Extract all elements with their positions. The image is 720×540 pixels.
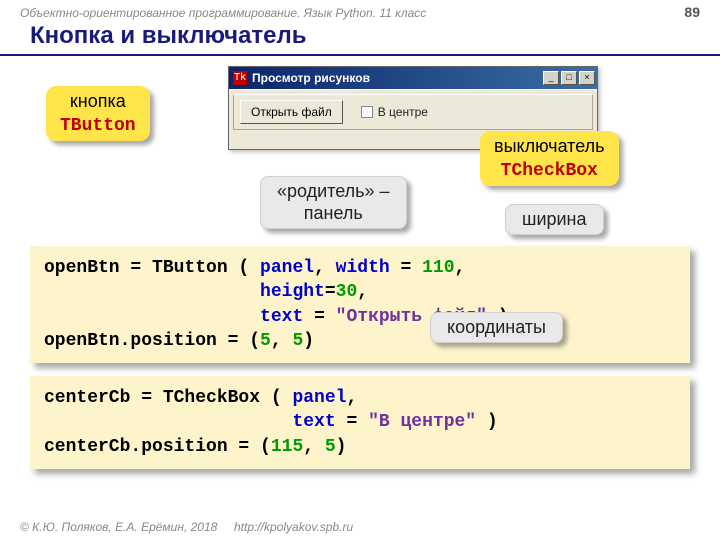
checkbox-box-icon [361,106,373,118]
note-checkbox: выключатель TCheckBox [480,131,619,186]
footer-copyright: © К.Ю. Поляков, Е.А. Ерёмин, 2018 [20,520,217,534]
minimize-button[interactable]: _ [543,71,559,85]
close-button[interactable]: × [579,71,595,85]
note-button: кнопка TButton [46,86,150,141]
note-cb-class: TCheckBox [501,161,598,181]
center-checkbox[interactable]: В центре [361,105,428,119]
footer-link[interactable]: http://kpolyakov.spb.ru [234,520,353,534]
callout-parent-l2: панель [304,203,363,223]
note-button-word: кнопка [70,91,126,111]
window-panel: Открыть файл В центре [233,94,593,130]
window-title: Просмотр рисунков [252,71,541,85]
note-cb-word: выключатель [494,136,605,156]
maximize-button[interactable]: □ [561,71,577,85]
open-file-button[interactable]: Открыть файл [240,100,343,124]
callout-coordinates: координаты [430,312,563,343]
callout-parent-l1: «родитель» – [277,181,390,201]
course-header: Объектно-ориентированное программировани… [0,0,720,22]
content-area: Tk Просмотр рисунков _ □ × Открыть файл … [0,56,720,486]
code-block-2: centerCb = TCheckBox ( panel, text = "В … [30,376,690,469]
center-checkbox-label: В центре [378,105,428,119]
window-titlebar: Tk Просмотр рисунков _ □ × [229,67,597,89]
callout-width: ширина [505,204,604,235]
open-file-label: Открыть файл [251,105,332,119]
page-title: Кнопка и выключатель [0,22,720,56]
page-number: 89 [684,4,700,20]
note-button-class: TButton [60,116,136,136]
course-name: Объектно-ориентированное программировани… [20,6,426,20]
code-block-1: openBtn = TButton ( panel, width = 110, … [30,246,690,363]
window-tk-icon: Tk [233,71,247,85]
callout-parent: «родитель» – панель [260,176,407,229]
footer: © К.Ю. Поляков, Е.А. Ерёмин, 2018 http:/… [20,520,353,534]
